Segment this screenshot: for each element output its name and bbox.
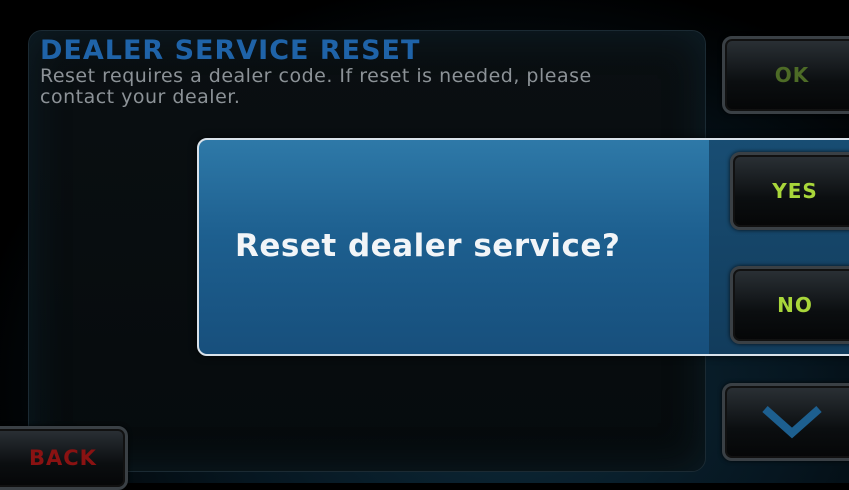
ok-button-label: OK (774, 63, 810, 87)
page-description: Reset requires a dealer code. If reset i… (40, 65, 592, 108)
page-title: DEALER SERVICE RESET (40, 35, 421, 66)
yes-button-label: YES (772, 179, 818, 203)
chevron-down-icon (762, 406, 822, 439)
back-button-label: BACK (29, 446, 97, 470)
dialog-question: Reset dealer service? (235, 228, 621, 264)
yes-button[interactable]: YES (730, 152, 849, 230)
no-button[interactable]: NO (730, 266, 849, 344)
back-button[interactable]: BACK (0, 426, 128, 490)
no-button-label: NO (777, 293, 813, 317)
scroll-down-button[interactable] (722, 383, 849, 461)
ok-button[interactable]: OK (722, 36, 849, 114)
